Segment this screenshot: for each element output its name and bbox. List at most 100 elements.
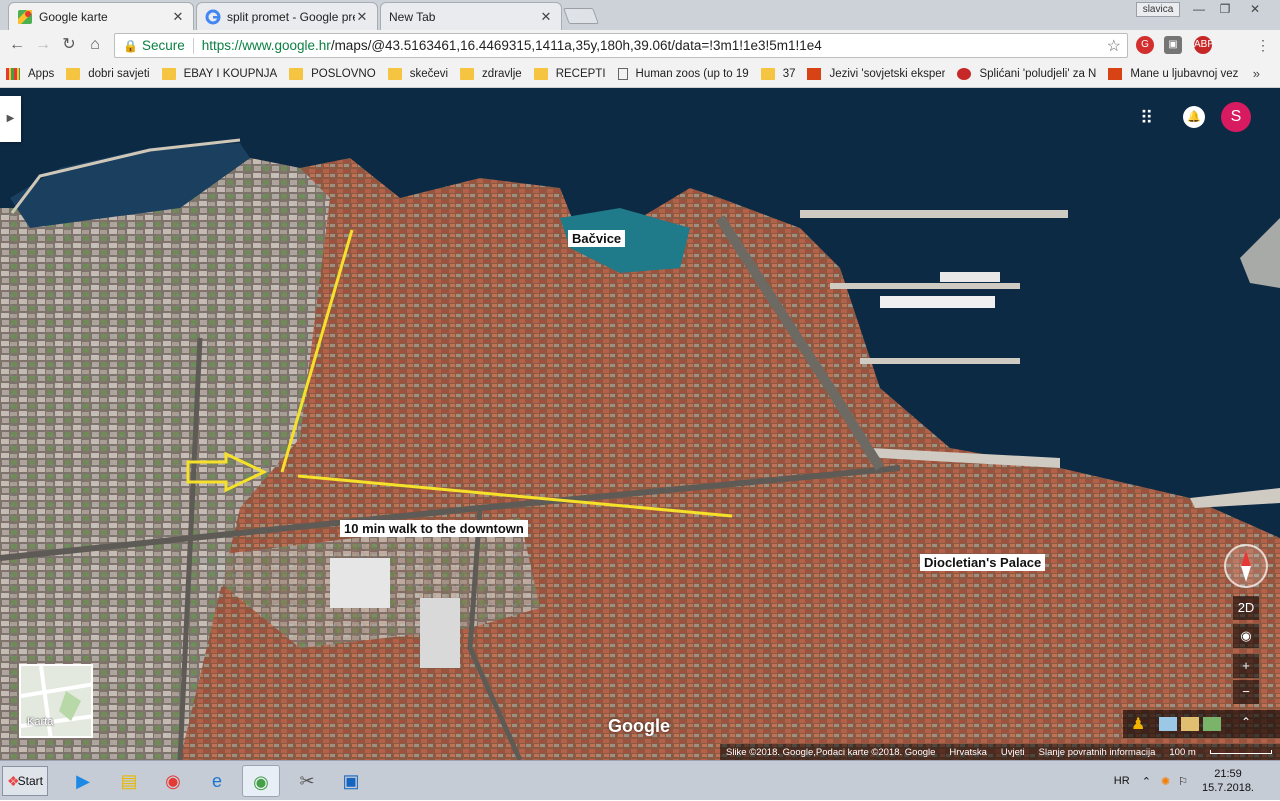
divider <box>192 37 194 54</box>
pegman-icon[interactable]: ♟ <box>1131 714 1145 734</box>
avatar[interactable]: S <box>1221 102 1251 132</box>
photo-viewer-icon[interactable]: ▣ <box>332 765 370 797</box>
tab-split-promet[interactable]: split promet - Google pretra ✕ <box>196 2 378 30</box>
feedback-link[interactable]: Slanje povratnih informacija <box>1039 747 1156 758</box>
internet-explorer-icon[interactable]: e <box>198 765 236 797</box>
adblock-icon[interactable]: ABP <box>1194 36 1214 54</box>
satellite-imagery[interactable] <box>0 88 1280 760</box>
scale-bar <box>1209 750 1272 754</box>
bookmark-label: dobri savjeti <box>88 67 150 80</box>
compass-control[interactable] <box>1224 544 1268 588</box>
back-icon[interactable]: ← <box>6 35 28 55</box>
tab-new-tab[interactable]: New Tab ✕ <box>380 2 562 30</box>
map-footer: Slike ©2018. Google,Podaci karte ©2018. … <box>720 744 1280 760</box>
scale-label[interactable]: 100 m <box>1169 747 1195 758</box>
chrome-icon[interactable]: ◉ <box>154 765 192 797</box>
clock[interactable]: 21:59 15.7.2018. <box>1202 767 1254 795</box>
bookmark-item[interactable]: EBAY I KOUPNJA <box>161 67 278 80</box>
tab-title: New Tab <box>389 9 436 24</box>
close-window-icon[interactable]: ✕ <box>1242 0 1268 18</box>
imagery-thumb-icon[interactable] <box>1181 717 1199 731</box>
new-tab-button[interactable] <box>563 8 599 24</box>
apps-grid-icon <box>6 67 20 80</box>
tray-expand-icon[interactable]: ⌃ <box>1142 775 1151 788</box>
chrome-active-icon[interactable]: ◉ <box>242 765 280 797</box>
bookmark-item[interactable]: Splićani 'poludjeli' za N <box>957 67 1097 80</box>
snipping-tool-icon[interactable]: ✂ <box>288 765 326 797</box>
expand-panel-icon[interactable]: ▶ <box>0 96 21 142</box>
menu-icon[interactable]: ⋮ <box>1252 35 1274 55</box>
minimize-icon[interactable]: — <box>1186 0 1212 18</box>
more-bookmarks-icon[interactable]: » <box>1253 66 1260 81</box>
start-button[interactable]: ❖ Start <box>2 766 48 796</box>
bookmark-item[interactable]: POSLOVNO <box>289 67 376 80</box>
close-tab-icon[interactable]: ✕ <box>355 9 369 25</box>
close-tab-icon[interactable]: ✕ <box>539 9 553 25</box>
google-maps-icon <box>18 9 32 24</box>
secure-label: Secure <box>141 38 185 53</box>
map-type-toggle[interactable]: Karta <box>19 664 93 738</box>
lock-icon: 🔒 <box>123 38 138 53</box>
bookmark-item[interactable]: 37 <box>760 67 796 80</box>
bookmark-item[interactable]: RECEPTI <box>533 67 606 80</box>
folder-icon <box>387 67 402 80</box>
bookmark-item[interactable]: dobri savjeti <box>66 67 150 80</box>
close-tab-icon[interactable]: ✕ <box>171 9 185 25</box>
bookmark-label: Splićani 'poludjeli' za N <box>979 67 1097 80</box>
google-logo: Google <box>608 716 670 736</box>
folder-icon <box>66 67 81 80</box>
bookmark-star-icon[interactable]: ☆ <box>1107 36 1121 56</box>
my-location-icon[interactable]: ◉ <box>1233 624 1259 648</box>
bookmark-label: Jezivi 'sovjetski eksper <box>829 67 946 80</box>
url-path: /maps/@43.5163461,16.4469315,1411a,35y,1… <box>330 38 822 53</box>
bookmark-label: EBAY I KOUPNJA <box>183 67 278 80</box>
imagery-thumb-icon[interactable] <box>1159 717 1177 731</box>
bookmark-item[interactable]: zdravlje <box>460 67 522 80</box>
label-diocletians-palace: Diocletian's Palace <box>920 554 1046 571</box>
forward-icon[interactable]: → <box>32 35 54 55</box>
folder-icon <box>289 67 304 80</box>
bookmark-label: Human zoos (up to 19 <box>635 67 749 80</box>
camera-extension-icon[interactable]: ▣ <box>1164 36 1182 54</box>
notifications-icon[interactable]: 🔔 <box>1183 106 1205 128</box>
imagery-credit: Slike ©2018. Google,Podaci karte ©2018. … <box>726 746 936 758</box>
news-icon <box>807 67 822 80</box>
bookmark-label: zdravlje <box>482 67 522 80</box>
home-icon[interactable]: ⌂ <box>84 35 106 55</box>
country-link[interactable]: Hrvatska <box>949 747 986 758</box>
reload-icon[interactable]: ↻ <box>58 35 80 55</box>
bookmark-item[interactable]: Jezivi 'sovjetski eksper <box>807 67 946 80</box>
chevron-up-icon[interactable]: ⌃ <box>1241 715 1251 729</box>
label-bacvice: Bačvice <box>568 230 626 247</box>
zoom-in-button[interactable]: + <box>1233 654 1259 678</box>
zoom-out-button[interactable]: − <box>1233 680 1259 704</box>
folder-icon <box>161 67 176 80</box>
news-icon <box>1108 67 1123 80</box>
file-explorer-icon[interactable]: ▤ <box>110 765 148 797</box>
tab-title: Google karte <box>39 9 108 24</box>
bookmark-label: Apps <box>28 67 55 80</box>
language-indicator[interactable]: HR <box>1114 775 1130 787</box>
bookmark-label: 37 <box>782 67 796 80</box>
url-host: https://www.google.hr <box>201 38 331 53</box>
extension-icon[interactable]: G <box>1136 36 1154 54</box>
google-apps-icon[interactable]: ⠿ <box>1140 108 1160 128</box>
flag-icon[interactable]: ⚐ <box>1178 775 1188 788</box>
address-bar[interactable]: 🔒 Secure https://www.google.hr /maps/@43… <box>114 33 1128 58</box>
bookmark-label: RECEPTI <box>555 67 606 80</box>
profile-name[interactable]: slavica <box>1136 2 1180 17</box>
map-view[interactable]: Bačvice 10 min walk to the downtown Dioc… <box>0 88 1280 760</box>
imagery-thumb-icon[interactable] <box>1203 717 1221 731</box>
media-player-icon[interactable]: ▶ <box>64 765 102 797</box>
start-label: Start <box>17 774 43 788</box>
compass-needle-icon <box>1241 550 1251 582</box>
bookmark-item[interactable]: Human zoos (up to 19 <box>617 67 749 80</box>
bookmark-item[interactable]: Apps <box>6 67 55 80</box>
avast-icon[interactable]: ✺ <box>1161 775 1170 788</box>
terms-link[interactable]: Uvjeti <box>1001 747 1025 758</box>
bookmark-item[interactable]: skečevi <box>387 67 448 80</box>
restore-icon[interactable]: ❐ <box>1212 0 1238 18</box>
toggle-2d-button[interactable]: 2D <box>1233 596 1259 620</box>
bookmark-item[interactable]: Mane u ljubavnoj vez <box>1108 67 1238 80</box>
tab-google-karte[interactable]: Google karte ✕ <box>8 2 194 30</box>
